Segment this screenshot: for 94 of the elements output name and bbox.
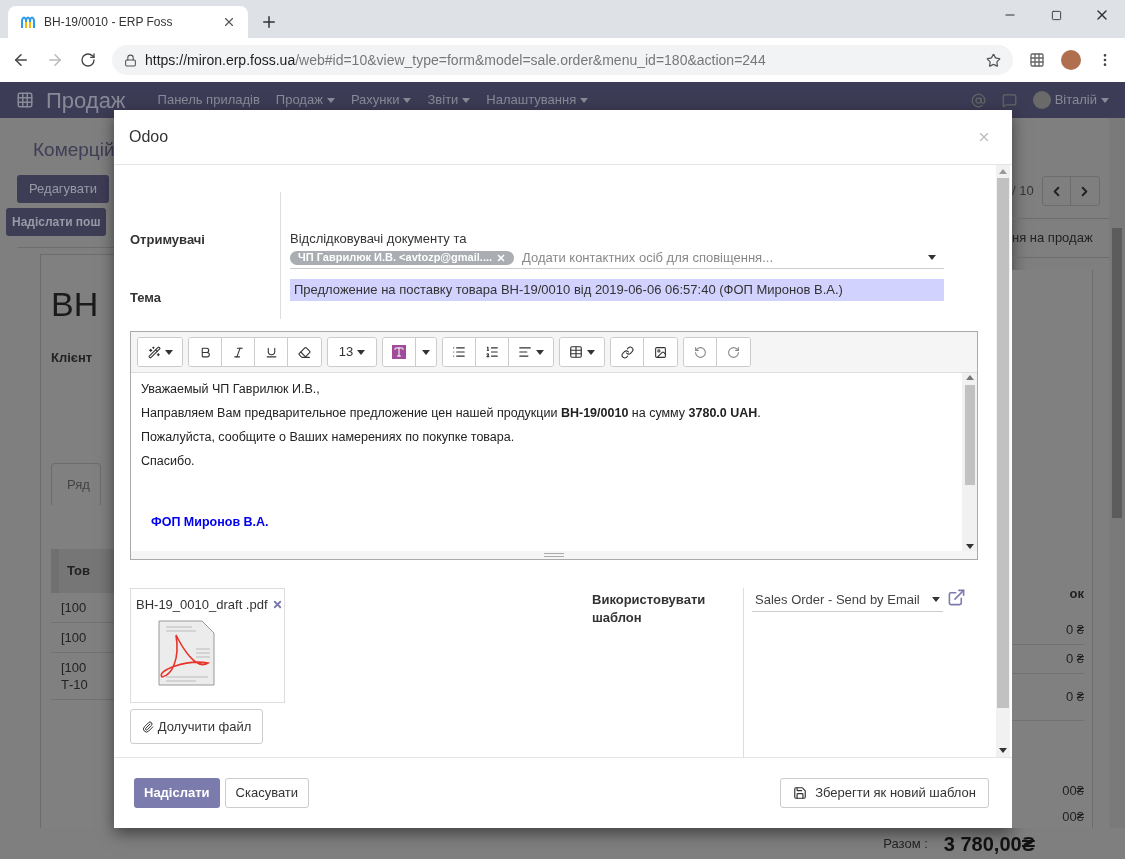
body-paragraph: Направляем Вам предварительное предложение цен нашей продукции ВН-19/0010 на сумму 3780.0 UAH.	[141, 405, 762, 422]
total-label: Разом :	[883, 834, 928, 853]
caret-icon	[928, 255, 936, 260]
close-icon[interactable]	[222, 15, 236, 29]
browser-tab[interactable]: ВН-19/0010 - ERP Foss	[8, 6, 248, 38]
column-header: ок	[1069, 585, 1084, 604]
table-cell-text: [100	[61, 599, 88, 616]
remove-icon[interactable]	[271, 599, 283, 611]
pager-text: / 10	[1012, 182, 1034, 201]
caret-icon	[932, 597, 940, 602]
cancel-button[interactable]: Скасувати	[224, 778, 310, 808]
column-header: Тов	[67, 562, 91, 581]
caret-icon	[403, 97, 412, 103]
nav-menu-item[interactable]: Налаштування	[486, 90, 589, 110]
table-cell-text: [100	[61, 659, 88, 676]
numbered-list-icon[interactable]	[485, 345, 499, 359]
recipients-text: Відслідковувачі документу та	[290, 231, 468, 247]
align-icon[interactable]	[518, 345, 532, 359]
external-link-icon[interactable]	[947, 588, 966, 607]
style-icon[interactable]	[147, 345, 161, 359]
back-icon[interactable]	[12, 51, 30, 69]
recipient-tag[interactable]: ЧП Гаврилюк И.В. <avtozp@gmail....	[290, 250, 515, 265]
nav-menu-item[interactable]: Панель приладів	[157, 90, 260, 110]
recipients-field[interactable]: ЧП Гаврилюк И.В. <avtozp@gmail.... Додати контактних осіб для сповіщення...	[290, 247, 944, 269]
logo-icon	[20, 14, 36, 30]
caret-icon	[587, 349, 595, 355]
bullet-list-icon[interactable]	[452, 345, 466, 359]
subject-field[interactable]: Предложение на поставку товара ВН-19/0010 від 2019-06-06 06:57:40 (ФОП Миронов В.А.)	[290, 279, 944, 301]
table-icon[interactable]	[569, 345, 583, 359]
table-cell-text: 0 ₴	[1065, 621, 1084, 640]
amount-text: 00₴	[1062, 782, 1084, 800]
body-paragraph: Пожалуйста, сообщите о Ваших намерениях по покупке товара.	[141, 429, 516, 446]
caret-icon	[326, 97, 335, 103]
table-cell-text: 0 ₴	[1065, 650, 1084, 669]
profile-avatar[interactable]	[1061, 50, 1081, 70]
paperclip-icon	[141, 720, 154, 733]
template-select[interactable]: Sales Order - Send by Email	[752, 588, 943, 612]
reload-icon[interactable]	[80, 52, 96, 68]
field-label: Тема	[130, 288, 163, 307]
underline-icon[interactable]	[264, 345, 278, 359]
tab-title: ВН-19/0010 - ERP Foss	[44, 14, 174, 31]
redo-icon[interactable]	[727, 345, 740, 359]
nav-menu-item[interactable]: Звіти	[427, 90, 471, 110]
new-tab-icon[interactable]	[260, 13, 278, 31]
recipients-placeholder: Додати контактних осіб для сповіщення...	[522, 248, 774, 267]
pdf-file-icon	[156, 618, 218, 689]
body-paragraph: Уважаемый ЧП Гаврилюк И.В.,	[141, 381, 321, 398]
extension-icon[interactable]	[1029, 52, 1045, 68]
lock-icon	[124, 53, 137, 67]
undo-icon[interactable]	[693, 345, 707, 359]
user-avatar	[1032, 91, 1051, 109]
send-email-button[interactable]: Надіслати пош	[6, 207, 107, 236]
maximize-icon[interactable]	[1050, 9, 1062, 21]
body-paragraph: Спасибо.	[141, 453, 196, 470]
status-stage[interactable]: ня на продаж	[1012, 228, 1093, 248]
italic-icon[interactable]	[231, 345, 245, 359]
table-cell-text: Т-10	[61, 676, 89, 693]
text-color-icon[interactable]	[392, 345, 406, 359]
field-label: Використовувати шаблон	[592, 591, 707, 627]
apps-icon[interactable]	[16, 91, 34, 109]
star-icon[interactable]	[986, 52, 1001, 68]
caret-icon	[536, 349, 544, 355]
table-cell-text: 0 ₴	[1065, 688, 1084, 707]
resize-grip-icon[interactable]	[544, 553, 564, 557]
attach-file-button[interactable]: Долучити файл	[130, 709, 263, 744]
total-amount: 3 780,00₴	[943, 831, 1035, 857]
caret-icon	[422, 349, 430, 355]
field-label: Отримувачі	[130, 231, 206, 249]
save-icon	[793, 786, 808, 800]
caret-icon	[462, 97, 471, 103]
caret-icon	[1101, 97, 1109, 103]
address-field[interactable]: https://miron.erp.foss.ua/web#id=10&view_type=form&model=sale.order&menu_id=180&action=244	[112, 45, 1013, 75]
url-text: https://miron.erp.foss.ua/web#id=10&view_type=form&model=sale.order&menu_id=180&action=244	[145, 50, 767, 70]
attachment-name[interactable]: ВН-19_0010_draft .pdf	[136, 595, 268, 615]
nav-menu-item[interactable]: Рахунки	[350, 90, 412, 110]
dialog-title: Odoo	[129, 127, 170, 147]
image-icon[interactable]	[654, 345, 667, 359]
table-cell-text: [100	[61, 629, 88, 646]
caret-icon	[357, 349, 366, 355]
app-title: Продаж	[46, 86, 126, 115]
breadcrumb[interactable]: Комерцій	[33, 136, 114, 165]
signature: ФОП Миронов В.А.	[151, 514, 270, 531]
edit-button[interactable]: Редагувати	[17, 174, 110, 203]
caret-icon	[164, 349, 173, 355]
caret-icon	[580, 97, 589, 103]
customer-label: Клієнт	[51, 348, 94, 367]
link-icon[interactable]	[620, 345, 634, 359]
nav-menu-item[interactable]: Продаж	[275, 90, 335, 110]
save-template-button[interactable]: Зберегти як новий шаблон	[780, 778, 989, 808]
amount-text: 00₴	[1062, 807, 1084, 826]
record-title: ВН	[51, 283, 100, 325]
eraser-icon[interactable]	[298, 345, 311, 359]
send-button[interactable]: Надіслати	[134, 778, 220, 808]
user-menu[interactable]: Віталій	[1054, 90, 1109, 110]
